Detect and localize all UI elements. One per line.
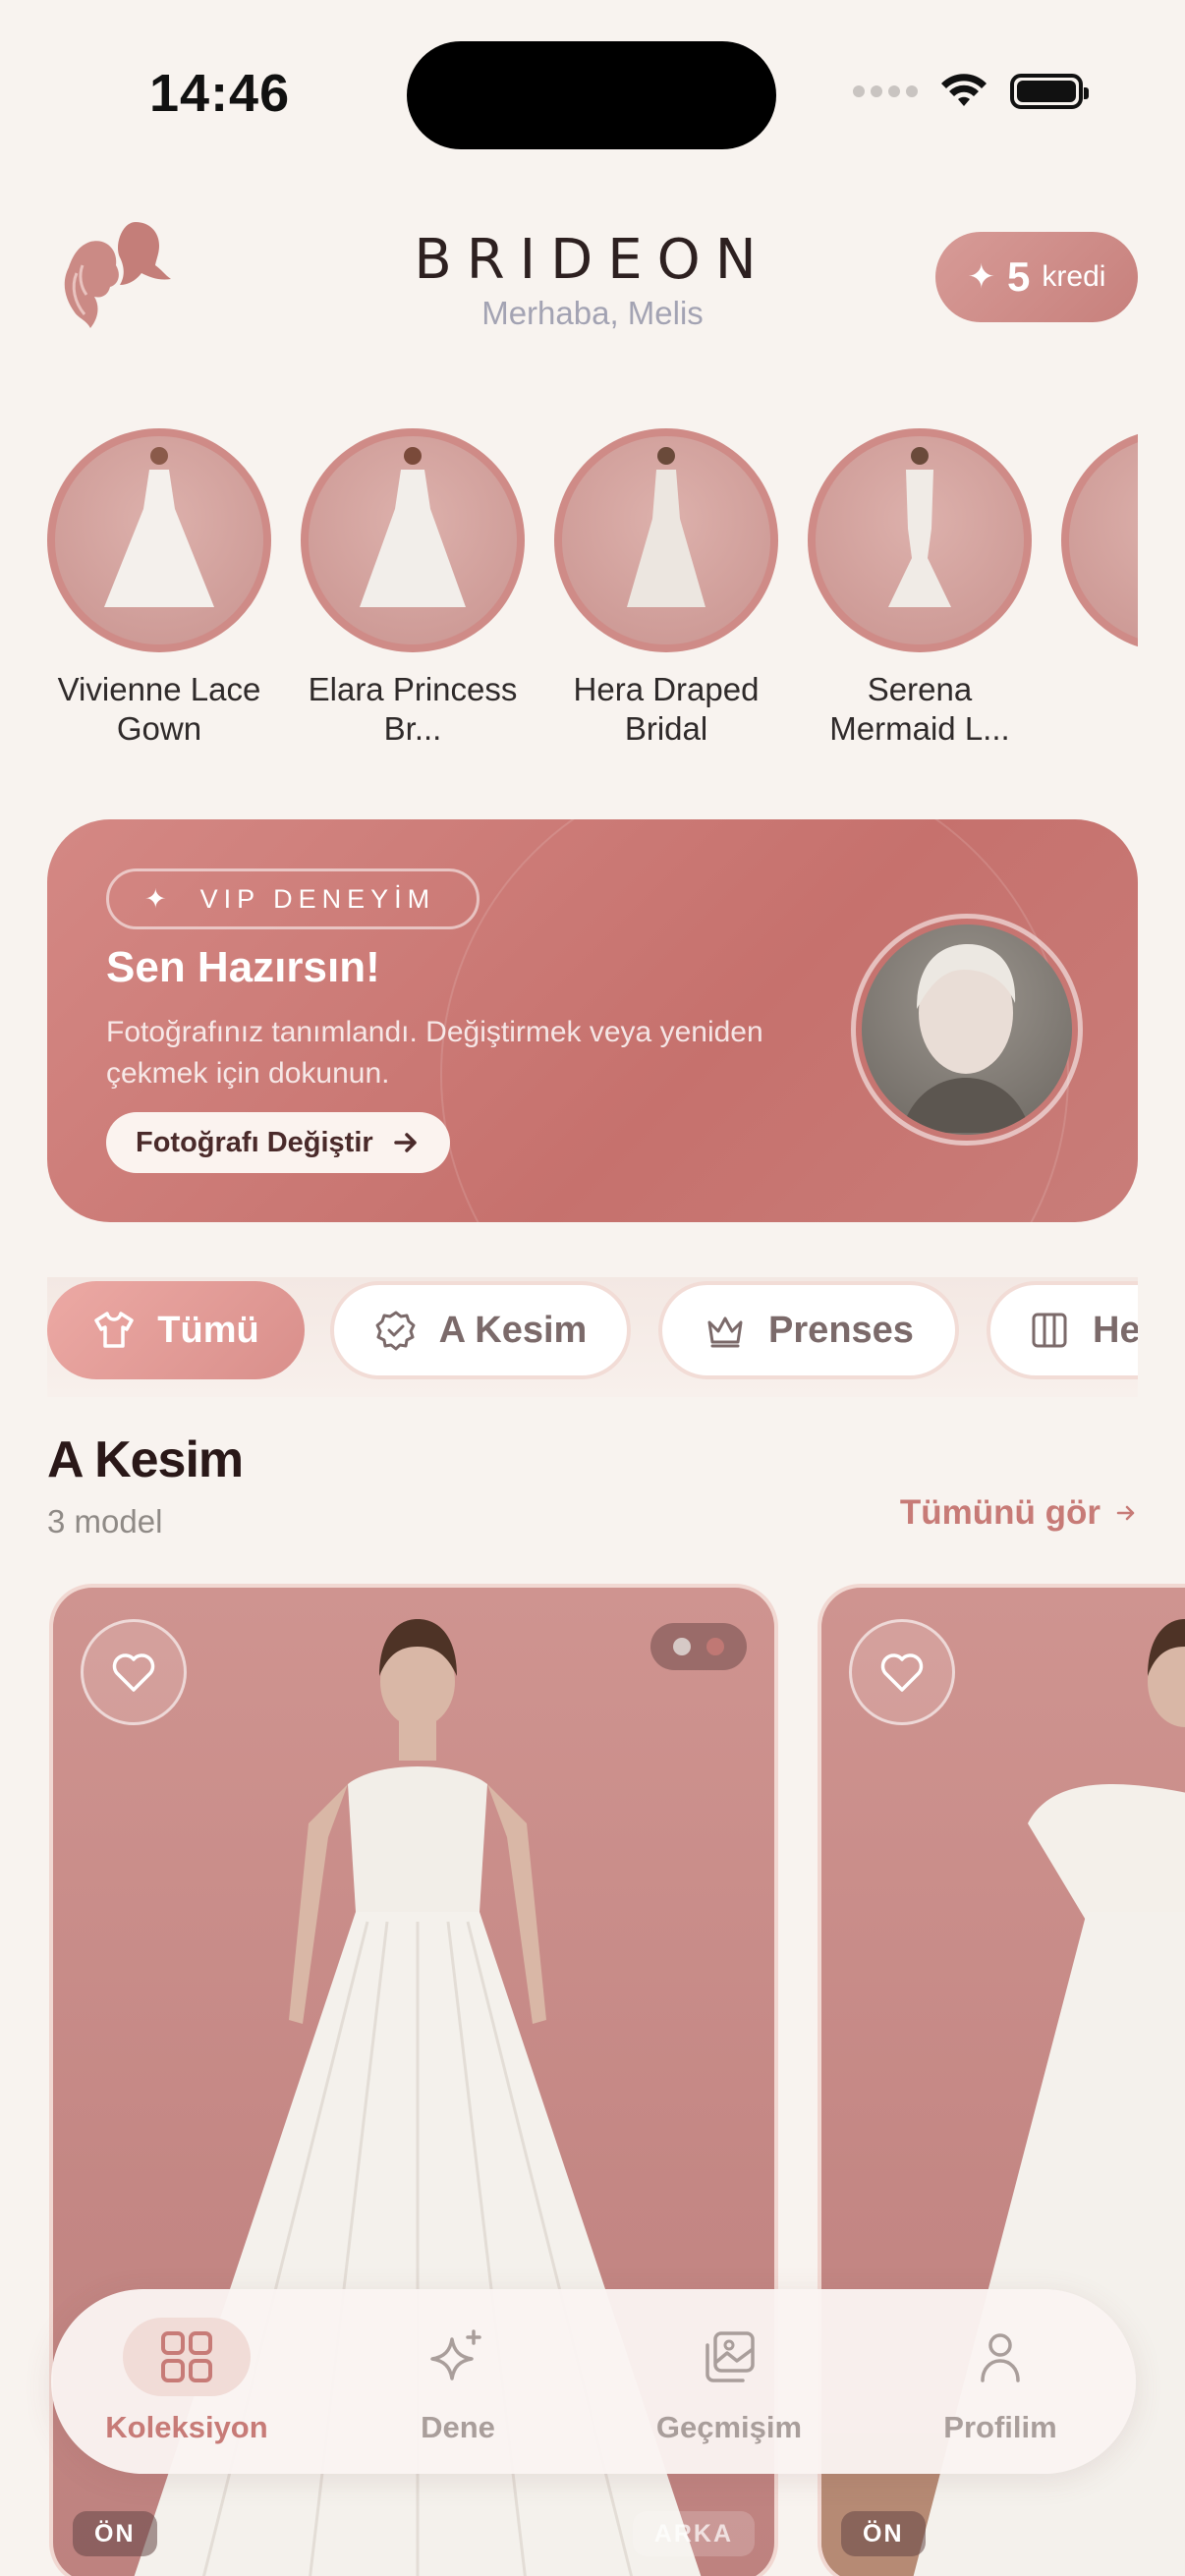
nav-profile[interactable]: Profilim (865, 2289, 1136, 2474)
columns-icon (1032, 1313, 1067, 1348)
section-title: A Kesim (47, 1431, 244, 1488)
gallery-icon (705, 2331, 755, 2382)
user-icon (981, 2333, 1020, 2382)
dress-stories-carousel[interactable]: Vivienne Lace Gown Elara Princess Br... … (47, 428, 1138, 762)
arrow-right-icon (393, 1133, 417, 1152)
vip-badge: ✦ VIP DENEYİM (106, 868, 480, 929)
grid-icon (161, 2331, 212, 2382)
nav-label: Koleksiyon (105, 2410, 268, 2444)
nav-collection[interactable]: Koleksiyon (51, 2289, 322, 2474)
see-all-label: Tümünü gör (899, 1493, 1100, 1532)
filter-chip-he[interactable]: He (987, 1281, 1138, 1379)
badge-check-icon (375, 1311, 416, 1351)
nav-history[interactable]: Geçmişim (593, 2289, 865, 2474)
back-view-tag[interactable]: ARKA (632, 2511, 755, 2556)
user-portrait (862, 924, 1072, 1135)
user-photo[interactable] (851, 914, 1083, 1146)
credits-label: kredi (1042, 260, 1106, 293)
story-item[interactable]: Elara Princess Br... (301, 428, 525, 749)
story-label: Serena Mermaid L... (829, 671, 1010, 747)
arrow-right-icon (1116, 1505, 1135, 1521)
dress-thumbnail (816, 436, 1024, 644)
filter-chip-label: A Kesim (438, 1309, 588, 1351)
bottom-navigation: Koleksiyon Dene Geçmişim Profilim (51, 2289, 1136, 2474)
dynamic-island (407, 41, 776, 149)
story-label: Hera Draped Bridal (573, 671, 760, 747)
filter-chip-label: Tümü (157, 1309, 259, 1351)
status-time: 14:46 (149, 64, 291, 123)
front-view-tag[interactable]: ÖN (73, 2511, 157, 2556)
vip-badge-label: VIP DENEYİM (199, 883, 436, 914)
change-photo-button[interactable]: Fotoğrafı Değiştir (106, 1112, 450, 1173)
sparkle-icon: ✦ (144, 883, 173, 914)
dress-thumbnail (562, 436, 770, 644)
view-toggle[interactable] (650, 1623, 747, 1670)
dress-thumbnail (55, 436, 263, 644)
category-filter-bar[interactable]: Tümü A Kesim Prenses He (47, 1277, 1138, 1397)
change-photo-label: Fotoğrafı Değiştir (136, 1126, 373, 1158)
credits-count: 5 (1007, 253, 1031, 300)
section-count: 3 model (47, 1503, 163, 1540)
story-item[interactable]: Elif B (1061, 428, 1138, 709)
wifi-icon (941, 74, 987, 106)
tshirt-icon (94, 1312, 135, 1348)
filter-chip-princess[interactable]: Prenses (658, 1281, 959, 1379)
heart-icon (112, 1653, 155, 1692)
battery-icon (1010, 74, 1089, 109)
front-view-tag[interactable]: ÖN (841, 2511, 926, 2556)
story-item[interactable]: Vivienne Lace Gown (47, 428, 271, 749)
story-item[interactable]: Serena Mermaid L... (808, 428, 1032, 749)
nav-label: Geçmişim (655, 2410, 803, 2444)
heart-icon (880, 1653, 924, 1692)
story-label: Vivienne Lace Gown (57, 671, 261, 747)
dress-thumbnail (1069, 436, 1138, 644)
crown-icon (707, 1316, 743, 1348)
sparkle-icon: ✦ (967, 258, 996, 296)
vip-description: Fotoğrafınız tanımlandı. Değiştirmek vey… (106, 1016, 763, 1090)
nav-label: Dene (421, 2410, 495, 2444)
vip-title: Sen Hazırsın! (106, 943, 380, 991)
see-all-link[interactable]: Tümünü gör (900, 1493, 1138, 1533)
story-item[interactable]: Hera Draped Bridal (554, 428, 778, 749)
cellular-signal-icon (853, 85, 918, 97)
favorite-button[interactable] (81, 1619, 187, 1725)
status-icons (853, 73, 1089, 110)
credits-button[interactable]: ✦ 5 kredi (935, 232, 1138, 322)
story-label: Elara Princess Br... (308, 671, 518, 747)
vip-banner[interactable]: ✦ VIP DENEYİM Sen Hazırsın! Fotoğrafınız… (47, 819, 1138, 1222)
nav-try-on[interactable]: Dene (322, 2289, 593, 2474)
dress-thumbnail (309, 436, 517, 644)
filter-chip-label: Prenses (768, 1309, 914, 1351)
filter-chip-all[interactable]: Tümü (47, 1281, 305, 1379)
filter-chip-label: He (1093, 1309, 1138, 1351)
favorite-button[interactable] (849, 1619, 955, 1725)
story-label: Elif B (1061, 670, 1138, 709)
filter-chip-a-line[interactable]: A Kesim (330, 1281, 631, 1379)
sparkles-icon (430, 2329, 481, 2380)
nav-label: Profilim (943, 2410, 1057, 2444)
